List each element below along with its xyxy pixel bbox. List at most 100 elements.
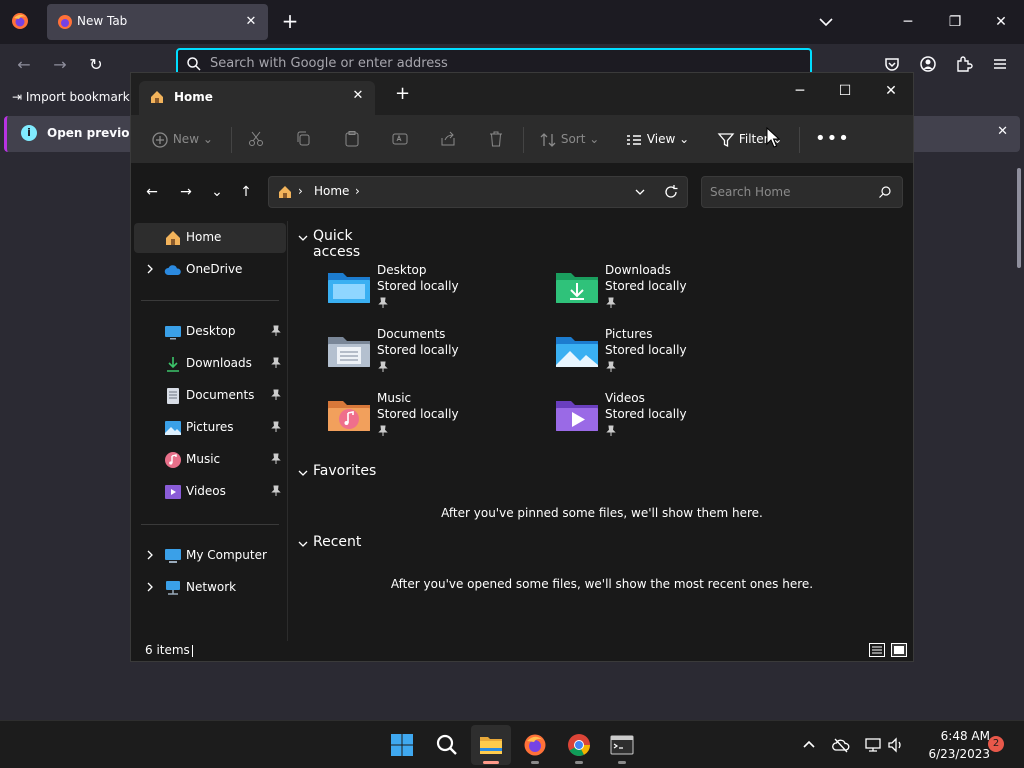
nav-label: Music (186, 452, 221, 466)
clock-time[interactable]: 6:48 AM (910, 729, 990, 743)
nav-item-videos[interactable]: Videos (134, 477, 286, 507)
chevron-right-icon[interactable] (144, 549, 156, 561)
pin-icon[interactable] (270, 389, 282, 401)
chevron-down-icon[interactable] (297, 232, 309, 244)
pin-icon[interactable] (270, 325, 282, 337)
video-icon (165, 485, 181, 499)
nav-item-my-computer[interactable]: My Computer (134, 541, 286, 571)
firefox-menu-icon[interactable] (11, 12, 29, 30)
breadcrumb-home[interactable]: Home (314, 184, 349, 198)
explorer-close-icon[interactable]: ✕ (877, 77, 905, 105)
downloads-folder-icon (556, 273, 598, 303)
nav-item-desktop[interactable]: Desktop (134, 317, 286, 347)
chevron-down-icon[interactable] (297, 467, 309, 479)
notification-badge[interactable]: 2 (988, 736, 1004, 752)
home-icon (151, 91, 163, 103)
infobar-close-icon[interactable]: ✕ (997, 124, 1008, 139)
minimize-icon[interactable]: ─ (894, 8, 922, 36)
pin-icon[interactable] (270, 485, 282, 497)
qa-sub: Stored locally (377, 279, 459, 293)
quick-access-item[interactable]: Videos Stored locally (555, 391, 755, 447)
explorer-tab-home[interactable]: Home ✕ (139, 81, 375, 115)
sort-button[interactable]: Sort ⌄ (539, 129, 599, 149)
quick-access-item[interactable]: Documents Stored locally (327, 327, 527, 383)
chevron-down-icon[interactable] (297, 538, 309, 550)
tab-close-icon[interactable]: ✕ (242, 13, 260, 31)
recent-locations-icon[interactable]: ⌄ (208, 183, 226, 201)
nav-item-music[interactable]: Music (134, 445, 286, 475)
chevron-right-icon[interactable] (144, 581, 156, 593)
nav-item-pictures[interactable]: Pictures (134, 413, 286, 443)
extensions-icon[interactable] (955, 55, 973, 73)
restore-icon[interactable]: ❐ (941, 8, 969, 36)
taskbar-file-explorer[interactable] (471, 725, 511, 765)
nav-label: Desktop (186, 324, 236, 338)
nav-label: Downloads (186, 356, 252, 370)
address-bar[interactable]: › Home › (268, 176, 688, 208)
clock-date[interactable]: 6/23/2023 (910, 747, 990, 761)
explorer-new-tab-icon[interactable]: + (395, 85, 410, 103)
breadcrumb-chevron-icon: › (298, 184, 303, 198)
reload-icon[interactable]: ↻ (85, 54, 107, 76)
details-view-icon[interactable] (869, 643, 885, 657)
delete-icon[interactable] (487, 129, 505, 149)
browser-tab[interactable]: New Tab ✕ (47, 4, 268, 40)
nav-item-home[interactable]: Home (134, 223, 286, 253)
nav-item-downloads[interactable]: Downloads (134, 349, 286, 379)
taskbar-chrome[interactable] (559, 725, 599, 765)
rename-icon[interactable] (391, 129, 409, 149)
new-button[interactable]: New ⌄ (151, 129, 213, 149)
taskbar-terminal[interactable] (602, 725, 642, 765)
quick-access-item[interactable]: Desktop Stored locally (327, 263, 527, 319)
start-button[interactable] (382, 725, 422, 765)
nav-item-onedrive[interactable]: OneDrive (134, 255, 286, 285)
more-options-icon[interactable]: ••• (815, 129, 850, 149)
pin-icon[interactable] (270, 421, 282, 433)
close-icon[interactable]: ✕ (987, 8, 1015, 36)
hamburger-menu-icon[interactable] (991, 55, 1009, 73)
copy-icon[interactable] (295, 129, 313, 149)
network-tray-icon[interactable] (864, 736, 882, 754)
explorer-minimize-icon[interactable]: ─ (786, 77, 814, 105)
address-dropdown-icon[interactable] (633, 185, 647, 199)
list-all-tabs-icon[interactable] (816, 12, 836, 32)
import-bookmarks-button[interactable]: ⇥ Import bookmarks (12, 90, 136, 104)
volume-icon[interactable] (887, 736, 905, 754)
pocket-icon[interactable] (883, 55, 901, 73)
taskbar-search-button[interactable] (427, 725, 467, 765)
nav-label: Documents (186, 388, 255, 402)
refresh-icon[interactable] (663, 184, 679, 200)
explorer-back-icon[interactable]: ← (143, 183, 161, 201)
onedrive-offline-icon[interactable] (832, 736, 850, 754)
explorer-forward-icon[interactable]: → (177, 183, 195, 201)
share-icon[interactable] (439, 129, 457, 149)
account-icon[interactable] (919, 55, 937, 73)
back-icon[interactable]: ← (13, 54, 35, 76)
page-scrollbar[interactable] (1017, 168, 1021, 268)
nav-item-documents[interactable]: Documents (134, 381, 286, 411)
explorer-tab-close-icon[interactable]: ✕ (349, 88, 367, 103)
quick-access-item[interactable]: Music Stored locally (327, 391, 527, 447)
tiles-view-icon[interactable] (891, 643, 907, 657)
new-label: New (172, 132, 200, 146)
forward-icon[interactable]: → (49, 54, 71, 76)
import-bookmarks-label: Import bookmarks (25, 90, 136, 104)
firefox-icon (524, 734, 546, 756)
cut-icon[interactable] (247, 129, 265, 149)
show-hidden-icons-icon[interactable] (800, 736, 818, 754)
paste-icon[interactable] (343, 129, 361, 149)
nav-item-network[interactable]: Network (134, 573, 286, 603)
pin-icon (378, 361, 388, 372)
pin-icon[interactable] (270, 357, 282, 369)
new-tab-icon[interactable]: + (280, 11, 300, 31)
quick-access-item[interactable]: Pictures Stored locally (555, 327, 755, 383)
quick-access-item[interactable]: Downloads Stored locally (555, 263, 755, 319)
view-button[interactable]: View ⌄ (625, 129, 689, 149)
search-input[interactable]: Search Home (701, 176, 903, 208)
chevron-right-icon[interactable] (144, 263, 156, 275)
up-folder-icon[interactable]: ↑ (237, 183, 255, 201)
pin-icon[interactable] (270, 453, 282, 465)
breadcrumb-chevron-icon[interactable]: › (355, 184, 360, 198)
explorer-maximize-icon[interactable]: ☐ (831, 77, 859, 105)
taskbar-firefox[interactable] (515, 725, 555, 765)
